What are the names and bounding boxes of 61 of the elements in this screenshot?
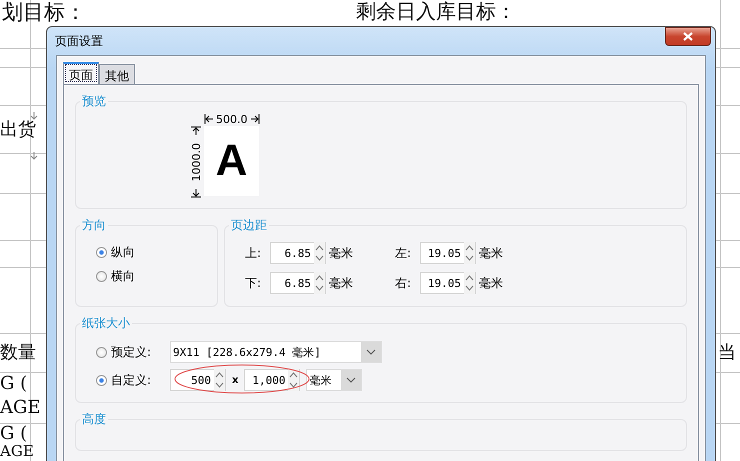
down-arrow-icon [191,188,201,198]
radio-label: 纵向 [111,244,135,260]
up-arrow-icon [191,126,201,136]
spinner-icon [314,272,325,294]
width-label: 500.0 [216,112,248,126]
number-field[interactable]: 500 [170,369,226,391]
height-label: 1000.0 [190,142,202,182]
spinner-icon [314,242,325,264]
right-arrow-icon [250,114,260,124]
group-title: 纸张大小 [81,315,131,332]
sheet-title: 剩余日入库目标： [356,0,516,22]
field-label: 上: [245,244,262,262]
radio-label: 横向 [111,268,135,284]
radio-label: 预定义: [111,344,152,360]
left-arrow-icon [204,114,214,124]
group-title: 高度 [81,411,107,428]
field-label: 左: [395,244,412,262]
times-label: x [232,374,238,386]
sheet-cell: G ( [0,374,28,394]
preview-letter: A [216,136,248,186]
sheet-cell: AGE [0,398,41,418]
chevron-down-icon [346,377,356,383]
dropdown[interactable]: 毫米 [306,369,362,391]
radio-label: 自定义: [111,372,152,388]
spinner-icon [464,242,475,264]
unit-label: 毫米 [479,274,503,292]
unit-label: 毫米 [329,244,353,262]
tab[interactable]: 页面 [63,62,99,84]
sheet-cell: AGE [0,443,34,460]
radio-button[interactable] [96,270,107,282]
radio-button[interactable] [96,374,107,386]
down-arrow-icon [30,112,38,120]
number-field[interactable]: 6.85 [270,272,326,294]
close-button[interactable] [665,27,711,46]
down-arrow-icon [30,152,38,160]
close-icon [683,32,693,41]
sheet-cell: 当 [718,343,736,363]
field-label: 下: [245,274,262,292]
radio-button[interactable] [96,346,107,358]
number-field[interactable]: 19.05 [420,272,476,294]
sheet-cell: 出货 [0,120,36,140]
sheet-title: 划目标： [2,1,86,24]
number-field[interactable]: 19.05 [420,242,476,264]
unit-label: 毫米 [479,244,503,262]
unit-label: 毫米 [329,274,353,292]
field-label: 右: [395,274,412,292]
dropdown[interactable]: 9X11 [228.6x279.4 毫米] [170,341,382,363]
group-title: 方向 [81,217,107,234]
sheet-cell: G ( [0,424,28,444]
tab[interactable]: 其他 [99,64,135,84]
spinner-icon [288,369,300,391]
radio-button[interactable] [96,246,107,258]
group-title: 预览 [81,93,107,110]
spinner-icon [464,272,475,294]
spinner-icon [214,369,225,391]
chevron-down-icon [366,349,376,355]
sheet-cell: 数量 [0,343,36,363]
number-field[interactable]: 1,000 [244,369,300,391]
number-field[interactable]: 6.85 [270,242,326,264]
group-title: 页边距 [230,217,268,234]
window-title: 页面设置 [55,32,103,50]
